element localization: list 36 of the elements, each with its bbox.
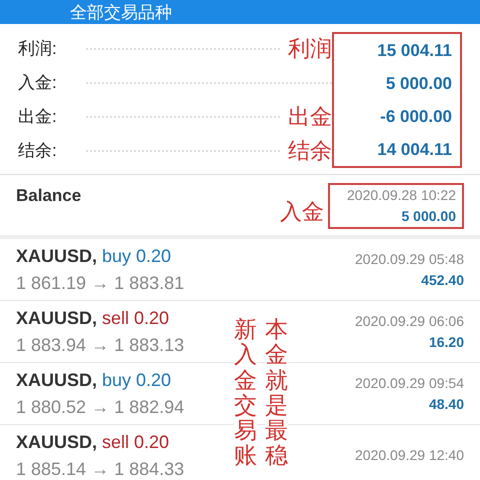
trade-order: sell 0.20 xyxy=(102,430,170,454)
trade-symbol: XAUUSD, xyxy=(16,306,98,330)
window-title: 全部交易品种 xyxy=(70,4,172,20)
summary-label: 入金: xyxy=(18,72,58,94)
trade-profit: 48.40 xyxy=(428,394,464,414)
trade-order: buy 0.20 xyxy=(102,368,172,392)
trade-prices: 1 883.94 → 1 883.13 xyxy=(16,334,184,356)
summary-value: -6 000.00 xyxy=(380,106,452,128)
summary-label: 结余: xyxy=(18,140,58,162)
trade-profit: 16.20 xyxy=(428,332,464,352)
summary-label: 利润: xyxy=(18,38,58,60)
trade-order: buy 0.20 xyxy=(102,244,172,268)
trade-order: sell 0.20 xyxy=(102,306,170,330)
annotation-text: 利润 xyxy=(288,36,332,64)
trade-symbol: XAUUSD, xyxy=(16,430,98,454)
balance-amount: 5 000.00 xyxy=(402,207,456,226)
summary-value: 5 000.00 xyxy=(386,72,452,95)
trade-prices: 1 880.52 → 1 882.94 xyxy=(16,396,184,418)
trade-symbol: XAUUSD, xyxy=(16,368,98,392)
summary-value: 14 004.11 xyxy=(377,138,452,161)
balance-date: 2020.09.28 10:22 xyxy=(347,186,456,205)
annotation-text: 入金 xyxy=(280,199,324,227)
trade-date: 2020.09.29 09:54 xyxy=(355,374,464,392)
trade-date: 2020.09.29 06:06 xyxy=(355,312,464,330)
trade-date: 2020.09.29 05:48 xyxy=(355,250,464,268)
summary-label: 出金: xyxy=(18,106,58,128)
balance-title: Balance xyxy=(16,185,82,207)
annotation-text: 出金 xyxy=(288,104,332,132)
summary-value: 15 004.11 xyxy=(377,40,452,62)
trade-symbol: XAUUSD, xyxy=(16,244,98,268)
annotation-text: 结余 xyxy=(288,138,332,166)
trade-date: 2020.09.29 12:40 xyxy=(355,446,464,465)
trade-row[interactable]: XAUUSD, buy 0.20 1 861.19 → 1 883.81 2020.09.29 05:48 452.40 xyxy=(0,239,480,301)
trade-prices: 1 885.14 → 1 884.33 xyxy=(16,458,184,480)
trade-prices: 1 861.19 → 1 883.81 xyxy=(16,272,184,294)
trade-profit: 452.40 xyxy=(421,270,464,290)
